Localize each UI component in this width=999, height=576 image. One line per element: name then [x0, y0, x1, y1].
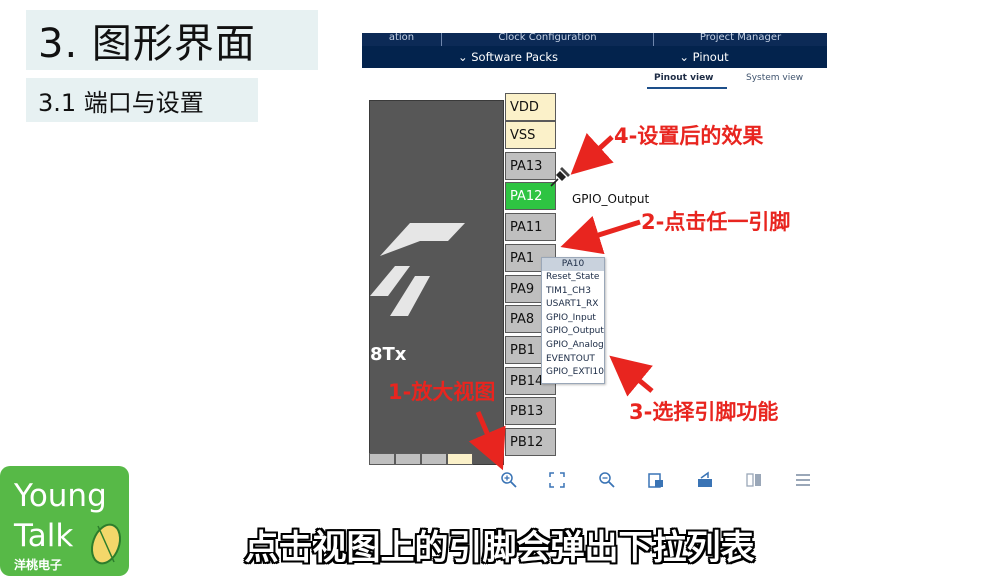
chevron-down-icon: ⌄ — [679, 50, 693, 64]
pin-label: PA13 — [510, 159, 543, 174]
view-toolbar — [487, 471, 827, 491]
pin-vdd[interactable]: VDD — [505, 93, 556, 121]
rotate-icon[interactable] — [696, 471, 714, 489]
annotation-step1: 1-放大视图 — [388, 380, 496, 404]
bottom-pin[interactable] — [395, 453, 421, 465]
annotation-step4: 4-设置后的效果 — [614, 124, 764, 148]
pin-function-dropdown: PA10 Reset_State TIM1_CH3 USART1_RX GPIO… — [541, 257, 605, 384]
dropdown-item[interactable]: GPIO_Input — [542, 312, 604, 326]
annotation-step2: 2-点击任一引脚 — [641, 210, 791, 234]
dropdown-item[interactable]: EVENTOUT — [542, 353, 604, 367]
dropdown-item[interactable]: Reset_State — [542, 271, 604, 285]
dropdown-item[interactable]: GPIO_Output — [542, 325, 604, 339]
fit-screen-icon[interactable] — [548, 471, 566, 489]
mcu-chip: 8Tx — [369, 100, 504, 465]
software-packs-menu[interactable]: ⌄ Software Packs — [362, 50, 654, 64]
st-logo-icon — [370, 223, 465, 316]
dropdown-item[interactable]: USART1_RX — [542, 298, 604, 312]
zoom-out-icon[interactable] — [598, 471, 616, 489]
top-tab-bar: ation Clock Configuration Project Manage… — [362, 33, 827, 46]
active-tab-underline — [647, 87, 727, 89]
dropdown-item[interactable]: TIM1_CH3 — [542, 285, 604, 299]
slide-title: 3. 图形界面 — [38, 21, 256, 67]
dropdown-item[interactable]: GPIO_EXTI10 — [542, 366, 604, 380]
bottom-pin[interactable] — [369, 453, 395, 465]
pin-label: PA12 — [510, 189, 543, 204]
pin-label: PB14 — [510, 374, 544, 389]
video-caption: 点击视图上的引脚会弹出下拉列表 — [244, 528, 755, 568]
pin-label: PA11 — [510, 220, 543, 235]
pinout-label: Pinout — [692, 50, 729, 64]
bottom-pin[interactable] — [421, 453, 447, 465]
sub-tab-bar: ⌄ Software Packs ⌄ Pinout — [362, 46, 827, 68]
tab-project-manager[interactable]: Project Manager — [654, 33, 827, 46]
pin-signal-label: GPIO_Output — [572, 192, 650, 206]
dropdown-item[interactable]: GPIO_Analog — [542, 339, 604, 353]
chevron-down-icon: ⌄ — [457, 50, 472, 64]
split-view-icon[interactable] — [745, 471, 763, 489]
pin-pa11[interactable]: PA11 — [505, 213, 556, 241]
view-tabs: Pinout view System view — [647, 73, 817, 89]
pin-pb13[interactable]: PB13 — [505, 397, 556, 425]
tab-clock-configuration[interactable]: Clock Configuration — [442, 33, 654, 46]
pin-label: VSS — [510, 128, 536, 143]
bottom-pin-row — [369, 453, 503, 465]
annotation-step3: 3-选择引脚功能 — [629, 400, 779, 424]
slide-title-box: 3. 图形界面 — [26, 10, 318, 70]
pin-label: VDD — [510, 100, 539, 115]
pushpin-icon — [550, 167, 570, 187]
pin-label: PA8 — [510, 312, 535, 327]
logo-text-young: Young — [14, 478, 107, 514]
chip-part-number: 8Tx — [370, 344, 407, 365]
pin-label: PA9 — [510, 282, 535, 297]
tab-system-view[interactable]: System view — [746, 73, 803, 83]
section-title: 3.1 端口与设置 — [38, 88, 204, 117]
tab-pinout-view[interactable]: Pinout view — [654, 73, 713, 83]
pin-pb12[interactable]: PB12 — [505, 428, 556, 456]
section-title-box: 3.1 端口与设置 — [26, 78, 258, 122]
zoom-in-icon[interactable] — [500, 471, 518, 489]
menu-icon[interactable] — [794, 471, 812, 489]
tab-configuration[interactable]: ation — [362, 33, 442, 46]
software-packs-label: Software Packs — [471, 50, 559, 64]
pin-label: PB13 — [510, 404, 544, 419]
pin-label: PA1 — [510, 251, 535, 266]
pin-label: PB12 — [510, 435, 544, 450]
pinout-menu[interactable]: ⌄ Pinout — [654, 50, 754, 64]
export-icon[interactable] — [647, 471, 665, 489]
pin-vss[interactable]: VSS — [505, 121, 556, 149]
dropdown-header: PA10 — [542, 258, 604, 271]
bottom-pin[interactable] — [447, 453, 473, 465]
pin-label: PB1 — [510, 343, 536, 358]
cubemx-screenshot: ation Clock Configuration Project Manage… — [362, 33, 827, 500]
